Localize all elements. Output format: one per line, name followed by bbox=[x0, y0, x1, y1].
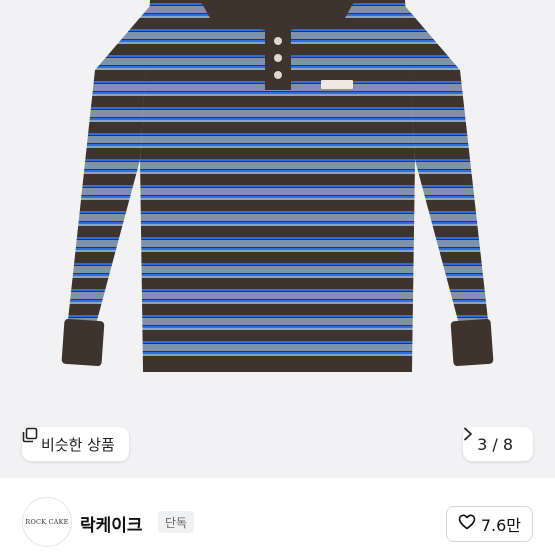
similar-products-label: 비슷한 상품 bbox=[41, 435, 115, 454]
seller-logo-text: ROCK CAKE bbox=[25, 518, 69, 526]
heart-icon bbox=[458, 514, 476, 534]
seller-avatar[interactable]: ROCK CAKE bbox=[22, 497, 72, 547]
image-pager[interactable]: 3 / 8 bbox=[463, 427, 533, 461]
seller-name[interactable]: 락케이크 bbox=[80, 511, 143, 536]
like-count: 7.6만 bbox=[480, 516, 521, 535]
product-image[interactable]: 비슷한 상품 3 / 8 bbox=[0, 0, 555, 478]
like-button[interactable]: 7.6만 bbox=[445, 506, 533, 542]
similar-products-button[interactable]: 비슷한 상품 bbox=[22, 427, 129, 461]
striped-polo-shirt-image bbox=[61, 0, 494, 372]
pager-text: 3 / 8 bbox=[477, 434, 513, 454]
exclusive-badge: 단독 bbox=[158, 511, 195, 533]
